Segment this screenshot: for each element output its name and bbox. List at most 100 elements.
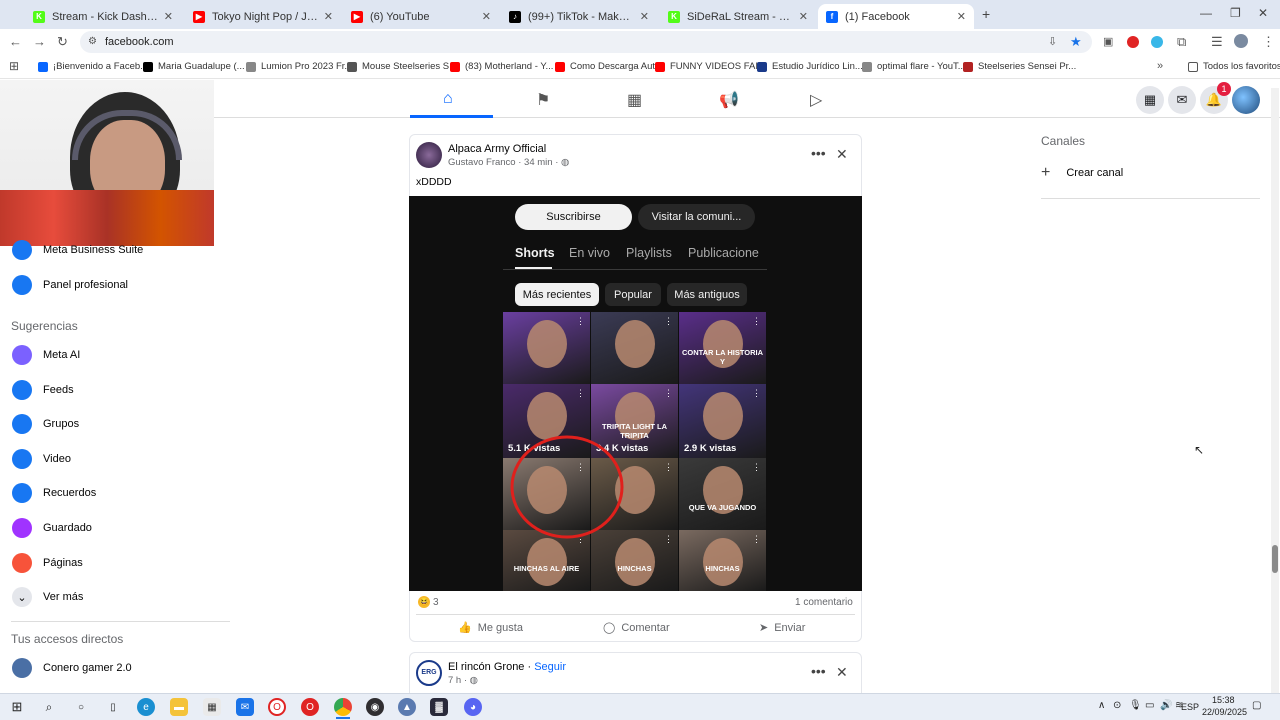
post-author[interactable]: Gustavo Franco — [448, 157, 516, 168]
restore-button[interactable]: ❐ — [1230, 6, 1241, 20]
follow-link[interactable]: Seguir — [534, 661, 566, 673]
minimize-button[interactable]: — — [1200, 6, 1212, 20]
all-bookmarks-folder[interactable]: Todos los favoritos — [1188, 61, 1280, 72]
tab-close-icon[interactable]: ✕ — [799, 10, 808, 23]
bookmark-star-icon[interactable]: ★ — [1070, 34, 1082, 50]
messenger-icon[interactable]: ✉ — [1168, 86, 1196, 114]
close-window-button[interactable]: ✕ — [1258, 6, 1268, 20]
bookmark-item[interactable]: Steelseries Sensei Pr... — [963, 61, 1076, 72]
comment-button[interactable]: ◯ Comentar — [603, 621, 670, 635]
cortana-icon[interactable]: ○ — [72, 698, 90, 716]
profile-icon[interactable] — [1234, 34, 1248, 48]
address-bar[interactable] — [80, 31, 1092, 53]
menu-grid-icon[interactable]: ▦ — [1136, 86, 1164, 114]
ads-manager-icon[interactable]: ▦ — [627, 90, 642, 110]
sidebar-item[interactable]: Guardado — [12, 515, 92, 541]
site-info-icon[interactable]: ⚙ — [88, 36, 97, 47]
sidebar-item[interactable]: Grupos — [12, 411, 79, 437]
browser-menu-icon[interactable]: ⋮ — [1262, 34, 1275, 50]
language-indicator[interactable]: ESP — [1181, 702, 1199, 712]
browser-tab[interactable]: K SiDeRaL Stream - Watch Live o ✕ — [660, 4, 816, 29]
back-icon[interactable]: ← — [9, 34, 22, 49]
mail-icon[interactable]: ✉ — [236, 698, 254, 716]
bookmark-item[interactable]: Como Descarga Aut... — [555, 61, 663, 72]
task-view-icon[interactable]: ▯ — [104, 698, 122, 716]
game-app-icon[interactable]: ▓ — [430, 698, 448, 716]
post-page-name[interactable]: Alpaca Army Official — [448, 143, 546, 155]
sidebar-item[interactable]: Meta AI — [12, 342, 80, 368]
adblock-extension-icon[interactable] — [1127, 36, 1139, 48]
bookmark-item[interactable]: Estudio Jurídico Lin... — [757, 61, 863, 72]
megaphone-icon[interactable]: 📢 — [719, 90, 739, 110]
store-icon[interactable]: ▦ — [203, 698, 221, 716]
bookmark-item[interactable]: Maria Guadalupe (... — [143, 61, 245, 72]
browser-tab[interactable]: K Stream - Kick Dashboard ✕ — [25, 4, 181, 29]
create-channel-button[interactable]: + Crear canal — [1041, 162, 1123, 184]
more-bookmarks-chevron-icon[interactable]: » — [1157, 60, 1163, 72]
bookmark-item[interactable]: ¡Bienvenido a Faceb... — [38, 61, 148, 72]
file-explorer-icon[interactable]: ▬ — [170, 698, 188, 716]
bookmark-item[interactable]: Mouse Steelseries S... — [347, 61, 457, 72]
comments-count[interactable]: 1 comentario — [795, 597, 853, 608]
reactions-count[interactable]: 3 — [433, 597, 439, 608]
scrollbar-thumb[interactable] — [1272, 545, 1278, 573]
home-icon[interactable]: ⌂ — [443, 90, 453, 108]
sidebar-item[interactable]: Panel profesional — [12, 272, 128, 298]
bookmark-item[interactable]: (83) Motherland - Y... — [450, 61, 553, 72]
page-scrollbar[interactable] — [1271, 88, 1279, 693]
opera-gx-icon[interactable]: O — [301, 698, 319, 716]
network-icon[interactable]: ▭ — [1145, 700, 1154, 711]
post-options-icon[interactable]: ••• — [811, 145, 826, 161]
notification-center-icon[interactable]: ▢ — [1252, 700, 1261, 711]
browser-tab[interactable]: f (1) Facebook ✕ — [818, 4, 974, 29]
hide-post-close-icon[interactable]: ✕ — [836, 146, 848, 163]
obs-icon[interactable]: ◉ — [366, 698, 384, 716]
extensions-puzzle-icon[interactable]: ⧉ — [1177, 34, 1186, 50]
install-app-icon[interactable]: ⇩ — [1048, 35, 1057, 48]
next-post-options-icon[interactable]: ••• — [811, 663, 826, 679]
forward-icon[interactable]: → — [33, 34, 46, 49]
edge-icon[interactable]: e — [137, 698, 155, 716]
app-icon[interactable]: ▲ — [398, 698, 416, 716]
browser-tab[interactable]: ♪ (99+) TikTok - Make Your Day ✕ — [501, 4, 657, 29]
sidebar-item[interactable]: Conero gamer 2.0 — [12, 655, 132, 681]
pages-flag-icon[interactable]: ⚑ — [536, 90, 550, 110]
extension-blue-icon[interactable] — [1151, 36, 1163, 48]
like-button[interactable]: 👍 Me gusta — [458, 621, 523, 635]
reading-list-icon[interactable]: ☰ — [1211, 34, 1223, 50]
reload-icon[interactable]: ↻ — [57, 34, 68, 50]
apps-grid-icon[interactable]: ⊞ — [9, 59, 19, 73]
new-tab-button[interactable]: + — [982, 6, 990, 22]
sidebar-item[interactable]: ⌄ Ver más — [12, 584, 83, 610]
tab-close-icon[interactable]: ✕ — [957, 10, 966, 23]
microphone-icon[interactable]: 🎙 — [1129, 700, 1142, 711]
volume-icon[interactable]: 🔊 — [1160, 700, 1172, 711]
next-post-close-icon[interactable]: ✕ — [836, 664, 848, 681]
bookmark-item[interactable]: Lumion Pro 2023 Fr... — [246, 61, 352, 72]
clock-date[interactable]: 22/09/2025 — [1202, 707, 1247, 717]
clock-time[interactable]: 15:38 — [1212, 695, 1235, 705]
reaction-haha-icon[interactable]: 😆 — [418, 596, 430, 608]
browser-tab[interactable]: ▶ (6) YouTube ✕ — [343, 4, 499, 29]
tray-app-icon[interactable]: ⊙ — [1113, 700, 1121, 711]
chrome-icon[interactable] — [334, 698, 352, 716]
bookmark-item[interactable]: optimal flare - YouT... — [862, 61, 966, 72]
account-avatar[interactable] — [1232, 86, 1260, 114]
tab-close-icon[interactable]: ✕ — [482, 10, 491, 23]
next-post-page-name[interactable]: El rincón Grone — [448, 661, 524, 673]
search-icon[interactable]: ⌕ — [40, 698, 58, 716]
tab-close-icon[interactable]: ✕ — [164, 10, 173, 23]
video-nav-icon[interactable]: ▷ — [810, 90, 822, 110]
opera-icon[interactable]: O — [268, 698, 286, 716]
sidebar-item[interactable]: Páginas — [12, 550, 83, 576]
discord-icon[interactable]: ◕ — [464, 698, 482, 716]
extension-icon[interactable]: ▣ — [1103, 35, 1113, 48]
tab-close-icon[interactable]: ✕ — [324, 10, 333, 23]
browser-tab[interactable]: ▶ Tokyo Night Pop / Japanese Ne ✕ — [185, 4, 341, 29]
bookmark-item[interactable]: FUNNY VIDEOS FAI... — [655, 61, 766, 72]
start-windows-icon[interactable]: ⊞ — [8, 698, 26, 716]
sidebar-item[interactable]: Feeds — [12, 377, 74, 403]
tray-overflow-chevron-icon[interactable]: ∧ — [1098, 700, 1105, 711]
share-button[interactable]: ➤ Enviar — [759, 621, 805, 635]
post-time[interactable]: 34 min — [524, 157, 553, 168]
